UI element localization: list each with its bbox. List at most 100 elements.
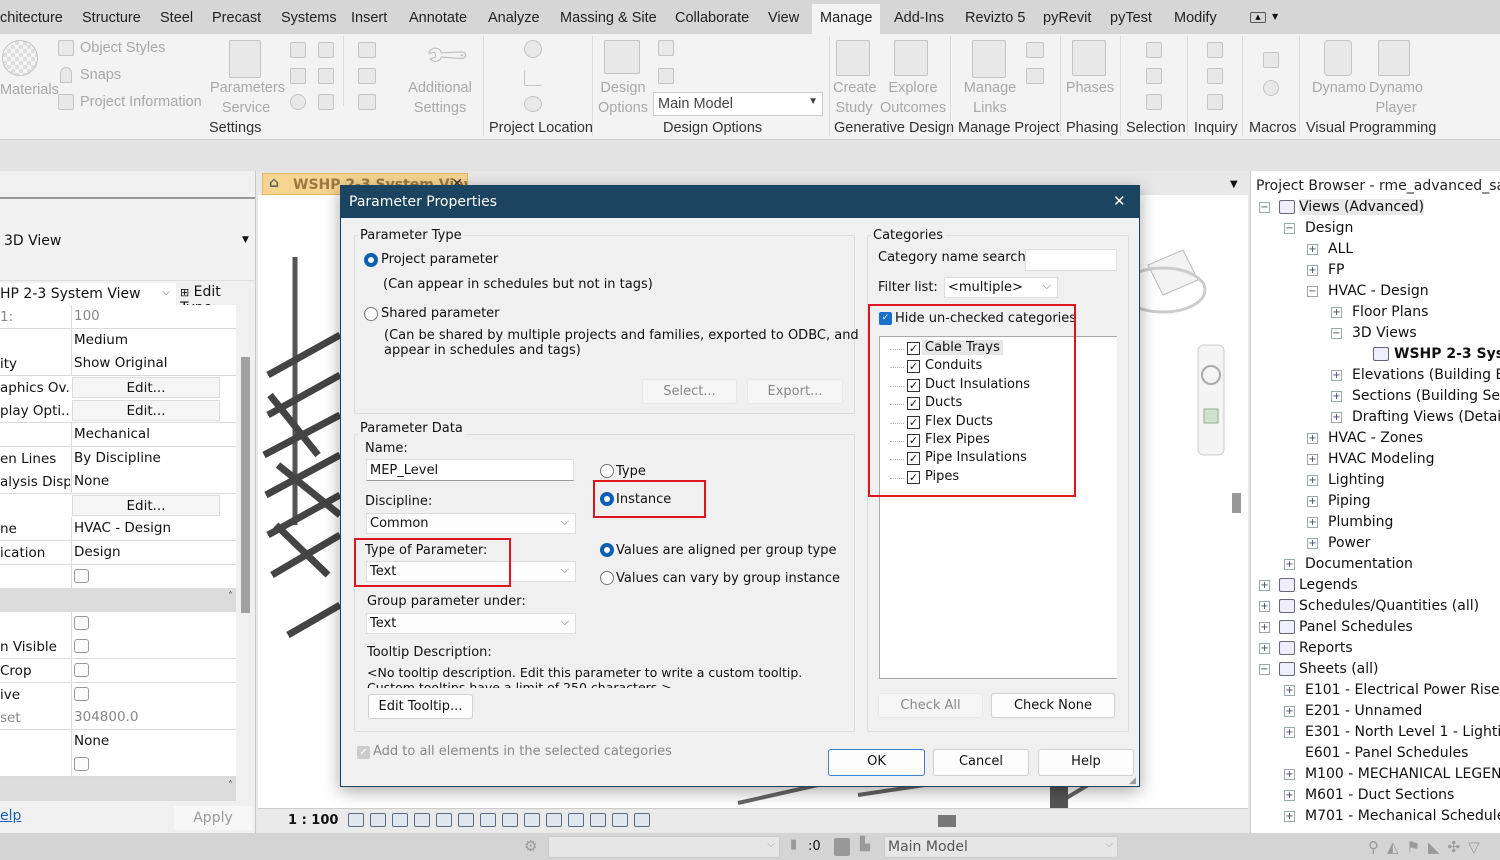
- browser-item[interactable]: Reports: [1299, 640, 1353, 656]
- ribbon-tab-chitecture[interactable]: chitecture: [0, 10, 63, 26]
- ribbon-tab-precast[interactable]: Precast: [212, 10, 261, 26]
- panel-schedule-dropdown-icon[interactable]: [358, 68, 376, 84]
- add-to-set-icon[interactable]: [658, 40, 674, 56]
- shared-parameter-label[interactable]: Shared parameter: [381, 306, 500, 321]
- expand-icon[interactable]: +: [1284, 811, 1295, 822]
- sun-path-icon[interactable]: [392, 813, 408, 827]
- expand-icon[interactable]: +: [1307, 475, 1318, 486]
- browser-item[interactable]: Legends: [1299, 577, 1358, 593]
- ribbon-tab-analyze[interactable]: Analyze: [488, 10, 540, 26]
- macro-security-icon[interactable]: [1263, 80, 1279, 96]
- expand-icon[interactable]: +: [1307, 517, 1318, 528]
- collapse-icon[interactable]: −: [1331, 328, 1342, 339]
- filter-icon[interactable]: ▽: [1468, 838, 1480, 856]
- filter-list-select[interactable]: <multiple> ⌵: [944, 277, 1058, 298]
- group-parameter-under-select[interactable]: Text ⌵: [366, 613, 576, 634]
- crop-view-icon[interactable]: [458, 813, 474, 827]
- settings-small-icon[interactable]: [290, 42, 306, 58]
- select-pinned-icon[interactable]: ⚑: [1407, 838, 1420, 856]
- values-vary-label[interactable]: Values can vary by group instance: [616, 571, 840, 586]
- edit-selection-icon[interactable]: [1146, 94, 1162, 110]
- ribbon-tab-structure[interactable]: Structure: [82, 10, 141, 26]
- pick-to-edit-icon[interactable]: [658, 68, 674, 84]
- expand-icon[interactable]: +: [1284, 790, 1295, 801]
- property-value[interactable]: HVAC - Design: [71, 517, 222, 541]
- expand-icon[interactable]: +: [1331, 370, 1342, 381]
- mep-settings-dropdown-icon[interactable]: [358, 42, 376, 58]
- property-value[interactable]: Design: [71, 541, 222, 564]
- ribbon-tab-manage[interactable]: Manage: [812, 4, 881, 34]
- collapse-icon[interactable]: −: [1284, 223, 1295, 234]
- property-edit-button[interactable]: Edit...: [72, 400, 220, 422]
- collapse-group-icon[interactable]: ˄: [228, 780, 233, 791]
- edit-tooltip-button[interactable]: Edit Tooltip...: [368, 694, 473, 719]
- browser-item[interactable]: ALL: [1328, 241, 1353, 257]
- expand-icon[interactable]: +: [1284, 559, 1295, 570]
- select-by-face-icon[interactable]: ◣: [1428, 838, 1440, 856]
- browser-item[interactable]: Drafting Views (Detail): [1352, 409, 1500, 425]
- browser-item[interactable]: M100 - MECHANICAL LEGEND: [1305, 766, 1500, 782]
- worksets-icon[interactable]: ⚙: [524, 837, 537, 855]
- temporary-hide-icon[interactable]: [524, 813, 540, 827]
- detail-level-icon[interactable]: [348, 813, 364, 827]
- ids-of-selection-icon[interactable]: [1207, 68, 1223, 84]
- ribbon-display-toggle-icon[interactable]: ▲: [1250, 12, 1266, 23]
- starting-view-icon[interactable]: [1026, 68, 1044, 84]
- type-radio-label[interactable]: Type: [616, 464, 646, 479]
- browser-item[interactable]: Sections (Building Section): [1352, 388, 1500, 404]
- browser-item[interactable]: Piping: [1328, 493, 1371, 509]
- add-to-all-checkbox[interactable]: ✓: [357, 746, 370, 759]
- ribbon-tab-systems[interactable]: Systems: [281, 10, 337, 26]
- browser-item[interactable]: HVAC - Zones: [1328, 430, 1423, 446]
- project-parameter-label[interactable]: Project parameter: [381, 252, 498, 267]
- ribbon-tab-massing-site[interactable]: Massing & Site: [560, 10, 657, 26]
- values-aligned-label[interactable]: Values are aligned per group type: [616, 543, 836, 558]
- browser-item[interactable]: Views (Advanced): [1299, 199, 1425, 215]
- property-value[interactable]: None: [71, 729, 222, 753]
- apply-button[interactable]: Apply: [174, 806, 252, 830]
- expand-icon[interactable]: +: [1259, 622, 1270, 633]
- expand-icon[interactable]: +: [1284, 769, 1295, 780]
- ribbon-tab-revizto-5[interactable]: Revizto 5: [965, 10, 1025, 26]
- property-group-header[interactable]: ˄: [0, 588, 236, 613]
- expand-icon[interactable]: +: [1307, 244, 1318, 255]
- property-checkbox[interactable]: [74, 757, 89, 772]
- project-information-button[interactable]: Project Information: [80, 92, 202, 112]
- reveal-hidden-icon[interactable]: [546, 813, 562, 827]
- browser-item[interactable]: HVAC - Design: [1328, 283, 1429, 299]
- manage-images-icon[interactable]: [1026, 42, 1044, 58]
- ok-button[interactable]: OK: [828, 749, 925, 776]
- materials-button[interactable]: Materials: [0, 80, 59, 100]
- ribbon-tab-pyrevit[interactable]: pyRevit: [1043, 10, 1091, 26]
- ribbon-tab-view[interactable]: View: [768, 10, 799, 26]
- worksharing-display-icon[interactable]: [634, 813, 650, 827]
- browser-item[interactable]: Elevations (Building Elevation): [1352, 367, 1500, 383]
- ribbon-tab-annotate[interactable]: Annotate: [409, 10, 467, 26]
- unlock-3d-icon[interactable]: [502, 813, 518, 827]
- dynamo-player-button[interactable]: Dynamo Player: [1368, 78, 1424, 118]
- expand-icon[interactable]: +: [1259, 580, 1270, 591]
- browser-item[interactable]: Panel Schedules: [1299, 619, 1413, 635]
- collapse-icon[interactable]: −: [1259, 202, 1270, 213]
- select-links-icon[interactable]: ⚲: [1368, 838, 1379, 856]
- expand-icon[interactable]: +: [1307, 433, 1318, 444]
- schedule-templates-dropdown-icon[interactable]: [358, 94, 376, 110]
- browser-item[interactable]: Lighting: [1328, 472, 1385, 488]
- ribbon-tab-insert[interactable]: Insert: [351, 10, 387, 26]
- parameters-service-button[interactable]: Parameters Service: [210, 78, 285, 118]
- collapse-icon[interactable]: −: [1307, 286, 1318, 297]
- explore-outcomes-button[interactable]: Explore Outcomes: [880, 78, 946, 118]
- view-scale[interactable]: 1 : 100: [288, 813, 338, 828]
- type-radio[interactable]: [600, 464, 614, 478]
- property-checkbox[interactable]: [74, 615, 89, 630]
- ribbon-tab-add-ins[interactable]: Add-Ins: [894, 10, 944, 26]
- values-vary-radio[interactable]: [600, 571, 614, 585]
- property-value[interactable]: Show Original: [71, 352, 222, 376]
- dynamo-button[interactable]: Dynamo: [1312, 78, 1366, 98]
- expand-icon[interactable]: +: [1331, 307, 1342, 318]
- expand-icon[interactable]: +: [1307, 538, 1318, 549]
- property-group-header[interactable]: ˄: [0, 777, 236, 801]
- location-globe-icon[interactable]: [524, 40, 542, 58]
- property-value[interactable]: 100: [71, 305, 222, 328]
- ribbon-options-dropdown-icon[interactable]: ▼: [1272, 12, 1278, 21]
